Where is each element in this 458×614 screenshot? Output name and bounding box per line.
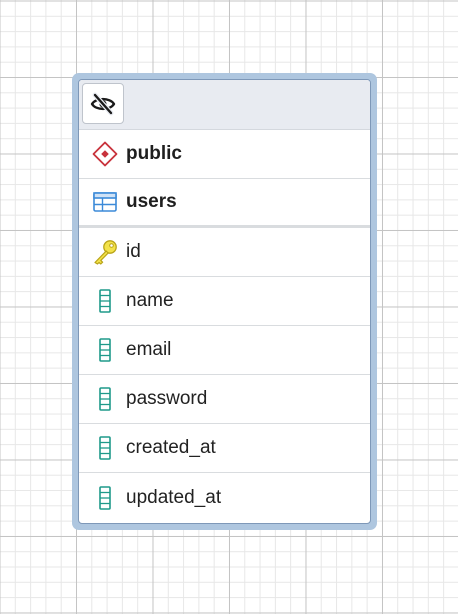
column-name: updated_at bbox=[126, 486, 222, 508]
schema-name: public bbox=[126, 143, 182, 164]
column-icon bbox=[92, 337, 118, 363]
column-icon bbox=[92, 485, 118, 511]
eye-off-icon bbox=[90, 91, 116, 117]
column-name: email bbox=[126, 339, 172, 360]
column-name: name bbox=[126, 290, 174, 311]
table-name: users bbox=[126, 191, 177, 212]
column-icon bbox=[92, 435, 118, 461]
column-name: created_at bbox=[126, 437, 216, 458]
table-icon bbox=[92, 189, 118, 215]
primary-key-icon bbox=[92, 239, 118, 265]
visibility-toggle-button[interactable] bbox=[82, 83, 124, 124]
column-row[interactable]: password bbox=[79, 375, 370, 424]
table-node-toolbar bbox=[79, 80, 370, 130]
column-icon bbox=[92, 386, 118, 412]
schema-diamond-icon bbox=[92, 141, 118, 167]
table-node[interactable]: public users id name email password crea… bbox=[72, 73, 377, 530]
column-row[interactable]: id bbox=[79, 228, 370, 277]
column-name: password bbox=[126, 388, 208, 409]
table-node-card: public users id name email password crea… bbox=[78, 79, 371, 524]
column-name: id bbox=[126, 241, 141, 262]
column-icon bbox=[92, 288, 118, 314]
column-row[interactable]: created_at bbox=[79, 424, 370, 473]
column-row[interactable]: updated_at bbox=[79, 473, 370, 522]
column-row[interactable]: email bbox=[79, 326, 370, 375]
table-name-row[interactable]: users bbox=[79, 179, 370, 228]
column-row[interactable]: name bbox=[79, 277, 370, 326]
schema-row[interactable]: public bbox=[79, 130, 370, 179]
